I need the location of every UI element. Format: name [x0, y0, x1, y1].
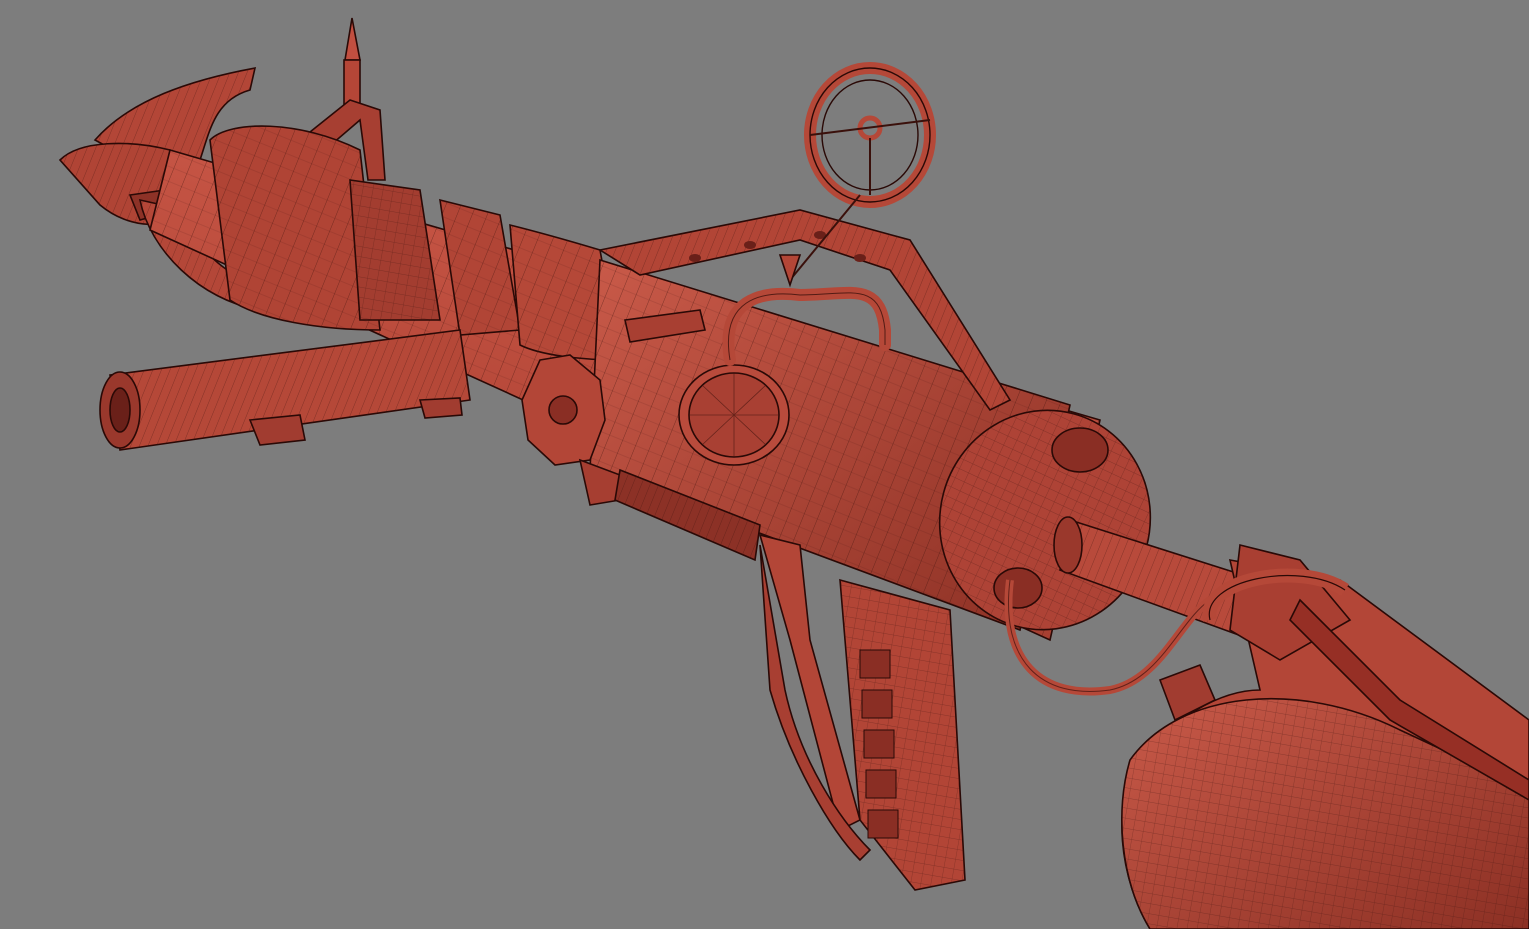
- side-tube: [99, 329, 471, 451]
- gauge-dial: [678, 364, 790, 466]
- 3d-viewport[interactable]: [0, 0, 1529, 929]
- wireframe-model: [58, 17, 1529, 929]
